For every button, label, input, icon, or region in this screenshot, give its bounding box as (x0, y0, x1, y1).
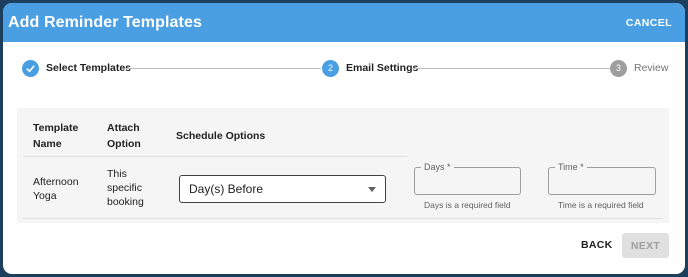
step-label: Review (634, 62, 669, 74)
template-settings-table: Template Name Attach Option Schedule Opt… (17, 108, 669, 223)
back-button[interactable]: BACK (581, 239, 613, 251)
attach-option-cell: This specific booking (107, 168, 144, 208)
schedule-options-select[interactable]: Day(s) Before (179, 175, 386, 203)
stepper: Select Templates 2 Email Settings 3 Revi… (3, 42, 685, 94)
step-number-badge: 2 (322, 59, 339, 77)
step-label: Email Settings (346, 62, 419, 74)
step-connector (126, 68, 321, 69)
time-field-label: Time * (555, 162, 587, 172)
dropdown-arrow-icon (368, 186, 376, 192)
step-connector (414, 68, 610, 69)
days-field[interactable]: Days * (414, 162, 521, 195)
row-divider (23, 218, 663, 219)
dialog-header: Add Reminder Templates CANCEL (3, 3, 685, 42)
time-helper-text: Time is a required field (558, 200, 644, 210)
dialog-title: Add Reminder Templates (8, 13, 202, 31)
schedule-selected-value: Day(s) Before (189, 182, 264, 196)
column-header-attach-option: Attach Option (107, 122, 141, 150)
cancel-button[interactable]: CANCEL (626, 17, 672, 29)
step-label: Select Templates (46, 62, 132, 74)
step-review[interactable]: 3 Review (610, 59, 668, 77)
column-header-template-name: Template Name (33, 122, 79, 150)
step-email-settings[interactable]: 2 Email Settings (322, 59, 418, 77)
days-helper-text: Days is a required field (424, 200, 511, 210)
time-field[interactable]: Time * (548, 162, 656, 195)
add-reminder-templates-dialog: Add Reminder Templates CANCEL Select Tem… (3, 3, 685, 274)
next-button[interactable]: NEXT (622, 233, 669, 258)
days-field-label: Days * (421, 162, 454, 172)
template-name-cell: Afternoon Yoga (33, 176, 79, 202)
check-icon (22, 59, 39, 77)
step-select-templates[interactable]: Select Templates (22, 59, 131, 77)
header-divider (23, 156, 407, 157)
column-header-schedule-options: Schedule Options (176, 130, 266, 142)
step-number-badge: 3 (610, 59, 627, 77)
